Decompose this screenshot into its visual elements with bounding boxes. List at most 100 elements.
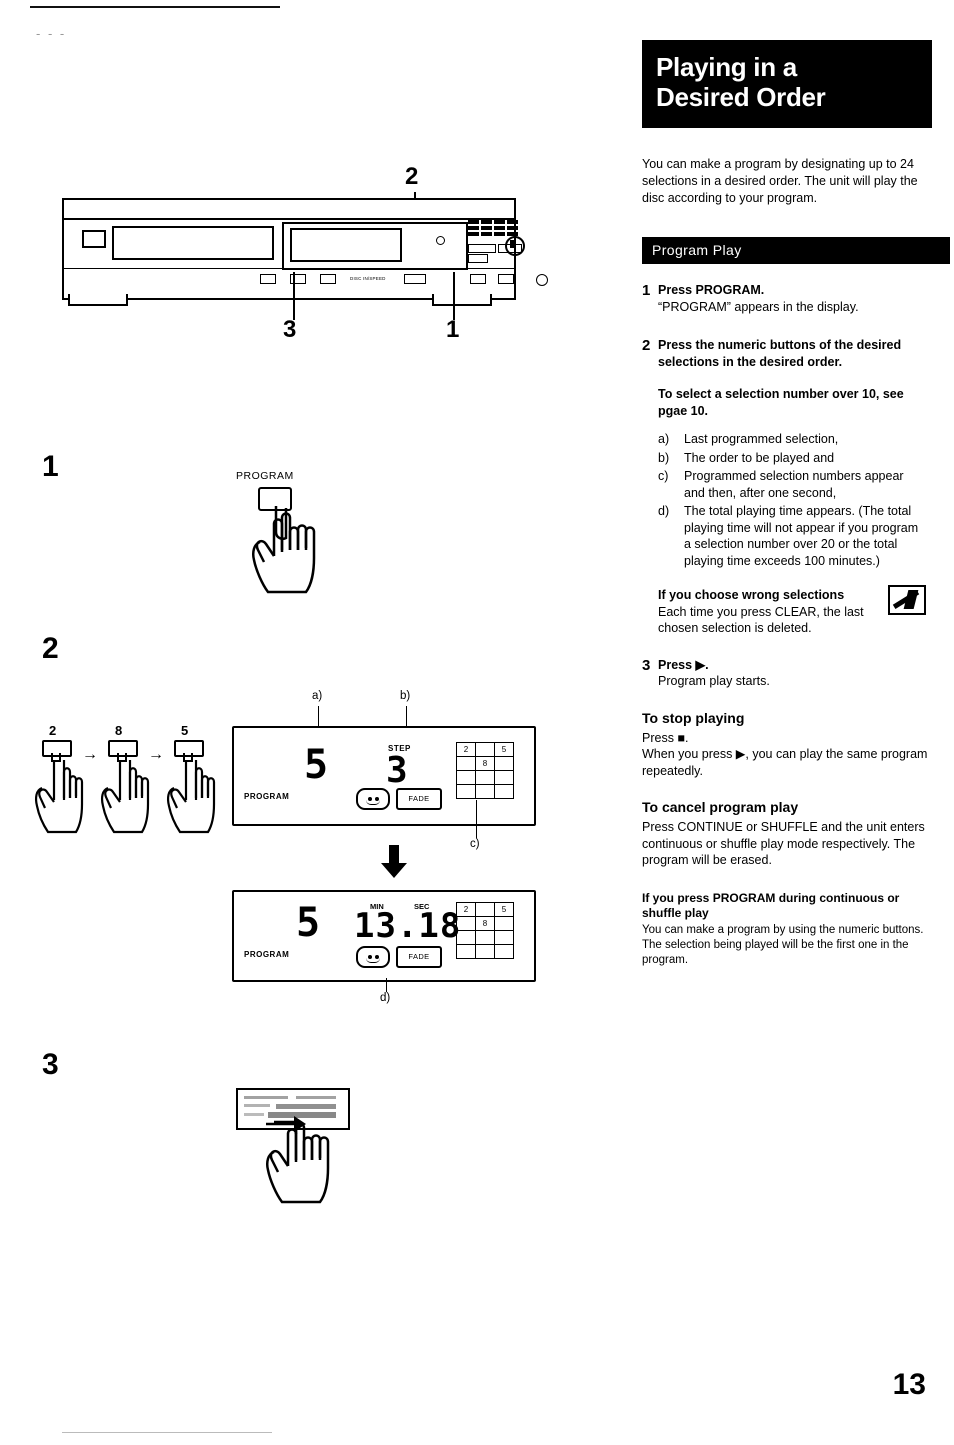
hand-pointing-icon-1 bbox=[32, 758, 94, 834]
numeric-key-8-label: 8 bbox=[115, 723, 123, 738]
figure-step-number-3: 3 bbox=[42, 1048, 59, 1081]
text-column: Playing in a Desired Order You can make … bbox=[642, 40, 950, 968]
grid-cell bbox=[494, 916, 514, 931]
numeric-keys-figure: 2 → 8 → 5 bbox=[30, 718, 230, 838]
grid-cell bbox=[475, 742, 495, 757]
callout-c-leader bbox=[476, 800, 477, 838]
unit-spacer2 bbox=[410, 274, 426, 282]
hand-pointing-icon-2 bbox=[98, 758, 160, 834]
abc-item-b-text: The order to be played and bbox=[684, 450, 835, 465]
unit-foot-left bbox=[68, 294, 128, 306]
numeric-key-8-figure: 8 bbox=[108, 723, 138, 762]
step-1-text: “PROGRAM” appears in the display. bbox=[658, 299, 859, 314]
callout-c: c) bbox=[470, 838, 480, 850]
display-top-big-digit: 5 bbox=[304, 742, 329, 788]
callout-b: b) bbox=[400, 690, 411, 702]
display-top-selection-grid: 2 5 8 bbox=[456, 742, 514, 799]
step-3-body: Press ▶. Program play starts. bbox=[658, 657, 920, 690]
callout-d: d) bbox=[380, 992, 391, 1004]
step-1: 1 Press PROGRAM. “PROGRAM” appears in th… bbox=[642, 282, 932, 315]
abc-item-a-text: Last programmed selection, bbox=[684, 432, 839, 446]
grid-cell bbox=[494, 930, 514, 945]
grid-cell bbox=[475, 770, 495, 785]
unit-callout-2: 2 bbox=[405, 163, 419, 190]
callout-d-leader bbox=[386, 978, 387, 992]
disc-face-icon-bottom bbox=[356, 946, 390, 968]
step-3: 3 Press ▶. Program play starts. bbox=[642, 657, 932, 690]
grid-cell: 2 bbox=[456, 742, 476, 757]
warning-block: If you choose wrong selections Each time… bbox=[658, 585, 926, 637]
grid-cell: 5 bbox=[494, 902, 514, 917]
note-selection-over-10: To select a selection number over 10, se… bbox=[658, 387, 904, 418]
page-number: 13 bbox=[892, 1368, 926, 1401]
step-1-number: 1 bbox=[642, 282, 651, 299]
grid-cell: 2 bbox=[456, 902, 476, 917]
numeric-key-2-figure: 2 bbox=[42, 723, 72, 762]
step-2-bold: Press the numeric buttons of the desired… bbox=[658, 338, 902, 369]
figure-step-number-2: 2 bbox=[42, 632, 59, 665]
grid-cell bbox=[475, 944, 495, 959]
unit-bottom-button-5 bbox=[470, 274, 486, 284]
cancel-heading: To cancel program play bbox=[642, 799, 799, 815]
unit-disc-tray bbox=[112, 226, 274, 260]
abc-item-d-label: d) bbox=[658, 504, 670, 518]
display-bottom-time: 13.18 bbox=[354, 906, 462, 946]
grid-cell bbox=[456, 784, 476, 799]
figure-step-number-1: 1 bbox=[42, 450, 59, 483]
numeric-key-5-figure: 5 bbox=[174, 723, 204, 762]
numeric-key-5-label: 5 bbox=[181, 723, 189, 738]
grid-cell bbox=[456, 944, 476, 959]
stop-line2: When you press ▶, you can play the same … bbox=[642, 747, 928, 778]
abc-item-d: d) The total playing time appears. (The … bbox=[658, 503, 926, 569]
abc-item-d-text: The total playing time appears. (The tot… bbox=[684, 504, 919, 568]
abc-item-a: a) Last programmed selection, bbox=[658, 431, 926, 448]
abc-item-c: c) Programmed selection numbers appear a… bbox=[658, 468, 926, 501]
step-3-text: Program play starts. bbox=[658, 674, 770, 688]
unit-bottom-button-1 bbox=[260, 274, 276, 284]
display-bottom-big-digit: 5 bbox=[296, 900, 321, 946]
unit-knob bbox=[536, 274, 548, 286]
grid-cell: 5 bbox=[494, 742, 514, 757]
grid-cell bbox=[475, 784, 495, 799]
section-header-program-play: Program Play bbox=[642, 237, 950, 264]
cancel-text: Press CONTINUE or SHUFFLE and the unit e… bbox=[642, 820, 925, 867]
hand-pointing-icon-3 bbox=[164, 758, 226, 834]
unit-callout-1: 1 bbox=[446, 316, 460, 343]
unit-headphone-symbol bbox=[510, 240, 516, 248]
page-title-line2: Desired Order bbox=[656, 82, 826, 112]
grid-cell bbox=[494, 756, 514, 771]
stop-heading: To stop playing bbox=[642, 709, 745, 726]
step-2-body: Press the numeric buttons of the desired… bbox=[658, 337, 920, 370]
grid-cell bbox=[456, 770, 476, 785]
grid-cell bbox=[475, 902, 495, 917]
display-top-program-text: PROGRAM bbox=[244, 792, 290, 801]
intro-paragraph: You can make a program by designating up… bbox=[642, 157, 918, 205]
cd-player-illustration: DISC IN/SPEED bbox=[62, 198, 548, 300]
grid-cell bbox=[456, 916, 476, 931]
hand-pointing-icon-play bbox=[260, 1108, 350, 1208]
unit-power-button bbox=[82, 230, 106, 248]
unit-wide-button-a bbox=[468, 244, 496, 253]
unit-divider bbox=[64, 268, 514, 269]
program-button-label: PROGRAM bbox=[236, 470, 294, 482]
illustration-column: 2 DISC IN/SPEED 3 1 1 PROGRAM 2 2 → 8 → … bbox=[0, 0, 620, 1445]
unit-bottom-button-3 bbox=[320, 274, 336, 284]
step-1-body: Press PROGRAM. “PROGRAM” appears in the … bbox=[658, 282, 920, 315]
continuous-heading: If you press PROGRAM during continuous o… bbox=[642, 890, 900, 920]
display-bottom-program-text: PROGRAM bbox=[244, 950, 290, 959]
continuous-text: You can make a program by using the nume… bbox=[642, 923, 924, 966]
callout-a-leader bbox=[318, 706, 319, 726]
display-panel-top: PROGRAM 5 STEP 3 FADE 25 8 bbox=[232, 726, 536, 826]
unit-callout-3-leader bbox=[293, 272, 295, 320]
step-1-bold: Press PROGRAM. bbox=[658, 283, 765, 297]
grid-cell bbox=[494, 770, 514, 785]
step-2: 2 Press the numeric buttons of the desir… bbox=[642, 337, 932, 370]
step-2-number: 2 bbox=[642, 337, 651, 354]
fade-button-top: FADE bbox=[396, 788, 442, 810]
unit-bottom-button-6 bbox=[498, 274, 514, 284]
no-entry-icon bbox=[888, 585, 926, 615]
numeric-key-2-label: 2 bbox=[49, 723, 57, 738]
grid-cell bbox=[456, 930, 476, 945]
unit-callout-1-leader bbox=[453, 272, 455, 320]
grid-cell: 8 bbox=[475, 756, 495, 771]
